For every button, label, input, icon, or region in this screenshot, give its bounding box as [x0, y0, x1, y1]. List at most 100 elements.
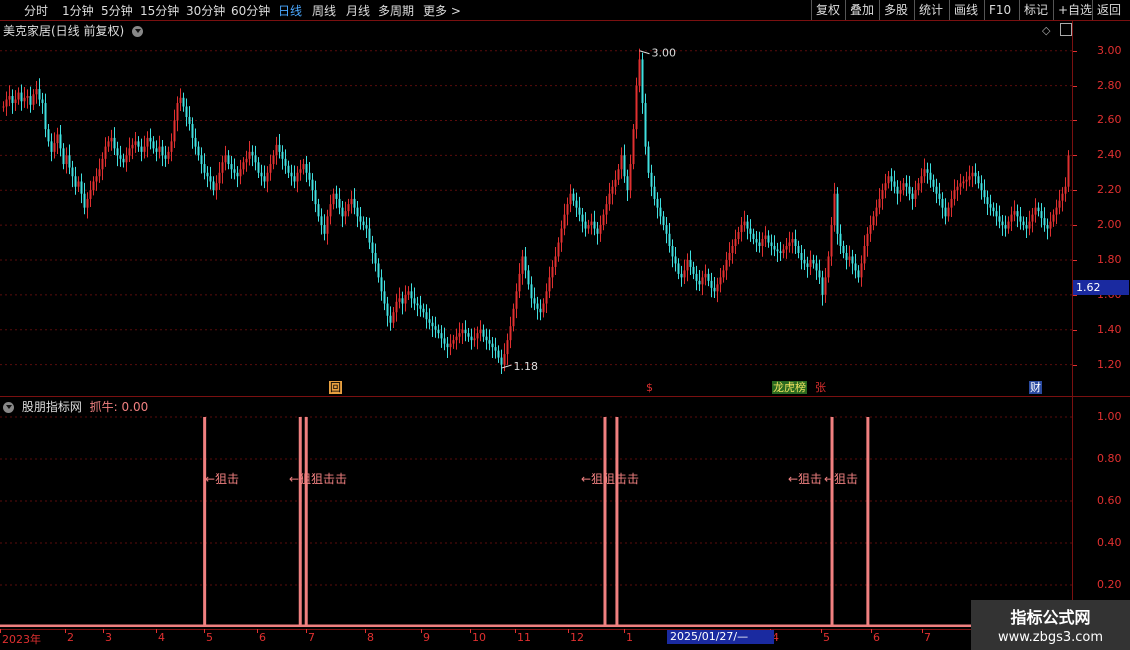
- x-axis-label: 9: [423, 631, 430, 644]
- candle-body: [713, 287, 716, 292]
- candle-body: [737, 232, 740, 240]
- candle-body: [158, 146, 161, 152]
- candle-body: [335, 193, 338, 199]
- candle-body: [536, 303, 539, 309]
- candle-body: [371, 242, 374, 253]
- candle-body: [359, 216, 362, 222]
- candle-body: [353, 198, 356, 208]
- event-marker-4[interactable]: 财: [1029, 381, 1042, 394]
- timeframe-10[interactable]: 更多 >: [423, 2, 461, 19]
- candle-body: [560, 228, 563, 243]
- candle-body: [419, 305, 422, 309]
- marker-line: [639, 50, 650, 55]
- candle-body: [62, 148, 65, 165]
- candle-body: [917, 183, 920, 191]
- indicator-chart[interactable]: [0, 397, 1072, 627]
- y-axis-label: 1.80: [1097, 252, 1122, 266]
- candle-body: [425, 312, 428, 320]
- candle-body: [641, 59, 644, 104]
- candle-body: [533, 298, 536, 304]
- timeframe-9[interactable]: 多周期: [378, 2, 414, 19]
- candle-body: [29, 96, 32, 105]
- candle-body: [869, 225, 872, 234]
- candle-body: [668, 233, 671, 246]
- candle-body: [368, 228, 371, 243]
- candle-body: [479, 329, 482, 334]
- candle-body: [503, 354, 506, 365]
- candle-body: [2, 106, 5, 108]
- candle-body: [338, 198, 341, 208]
- candle-body: [8, 96, 11, 100]
- candle-body: [800, 252, 803, 260]
- x-axis-label: 1: [626, 631, 633, 644]
- candle-body: [809, 259, 812, 267]
- event-marker-1[interactable]: $: [646, 381, 653, 394]
- timeframe-0[interactable]: 分时: [24, 2, 48, 19]
- timeframe-8[interactable]: 月线: [346, 2, 370, 19]
- candle-body: [215, 183, 218, 191]
- y-axis-label: 2.40: [1097, 148, 1122, 162]
- candle-body: [866, 233, 869, 246]
- timeframe-3[interactable]: 15分钟: [140, 2, 179, 19]
- toolbar-button-5[interactable]: F10: [984, 0, 1019, 20]
- candle-body: [380, 277, 383, 292]
- candle-body: [242, 162, 245, 170]
- candle-body: [146, 137, 149, 147]
- marker-line: [501, 364, 512, 369]
- event-marker-2[interactable]: 龙虎榜: [772, 381, 807, 394]
- candle-body: [137, 141, 140, 147]
- candle-body: [1061, 193, 1064, 201]
- candle-body: [575, 200, 578, 208]
- timeframe-7[interactable]: 周线: [312, 2, 336, 19]
- candle-body: [257, 162, 260, 173]
- x-axis-label: 11: [517, 631, 531, 644]
- candle-body: [410, 291, 413, 299]
- toolbar-button-3[interactable]: 统计: [914, 0, 949, 20]
- candle-body: [314, 190, 317, 205]
- toolbar-button-1[interactable]: 叠加: [845, 0, 879, 20]
- toolbar-button-8[interactable]: 返回: [1092, 0, 1130, 20]
- timeframe-6[interactable]: 日线: [278, 2, 302, 19]
- candle-body: [161, 146, 164, 156]
- signal-bar: [304, 417, 308, 627]
- signal-label: ←狙狙击击: [289, 472, 348, 486]
- candle-body: [719, 277, 722, 285]
- candle-body: [473, 338, 476, 341]
- toolbar-button-7[interactable]: +自选: [1053, 0, 1092, 20]
- candle-body: [488, 340, 491, 344]
- event-marker-3[interactable]: 张: [815, 381, 826, 394]
- window-icon[interactable]: [1060, 23, 1072, 36]
- toolbar-button-0[interactable]: 复权: [811, 0, 845, 20]
- event-marker-0[interactable]: 回: [329, 381, 342, 394]
- timeframe-5[interactable]: 60分钟: [231, 2, 270, 19]
- timeframe-4[interactable]: 30分钟: [186, 2, 225, 19]
- signal-label: ←狙狙击击: [581, 472, 640, 486]
- toolbar-button-2[interactable]: 多股: [879, 0, 914, 20]
- candle-body: [464, 329, 467, 334]
- candle-body: [92, 181, 95, 191]
- candle-body: [830, 225, 833, 257]
- candle-body: [128, 148, 131, 156]
- candle-body: [329, 204, 332, 217]
- toolbar-button-4[interactable]: 画线: [949, 0, 984, 20]
- candlestick-chart[interactable]: 3.00 1.18: [0, 36, 1072, 396]
- candle-body: [608, 193, 611, 205]
- toolbar-button-6[interactable]: 标记: [1019, 0, 1053, 20]
- candle-body: [203, 164, 206, 173]
- extreme-price-label: 1.18: [514, 360, 539, 373]
- indicator-y-label: 0.60: [1097, 494, 1122, 507]
- candle-body: [383, 291, 386, 304]
- timeframe-1[interactable]: 1分钟: [62, 2, 94, 19]
- signal-bar: [603, 417, 607, 627]
- candle-body: [653, 186, 656, 199]
- signal-label: ←狙击: [205, 472, 240, 486]
- candle-body: [872, 216, 875, 226]
- y-axis-label: 3.00: [1097, 43, 1122, 57]
- candle-body: [704, 273, 707, 278]
- x-axis-line: [0, 629, 1130, 630]
- candle-body: [848, 256, 851, 260]
- candle-body: [326, 216, 329, 234]
- candle-body: [524, 256, 527, 271]
- candle-body: [860, 263, 863, 278]
- timeframe-2[interactable]: 5分钟: [101, 2, 133, 19]
